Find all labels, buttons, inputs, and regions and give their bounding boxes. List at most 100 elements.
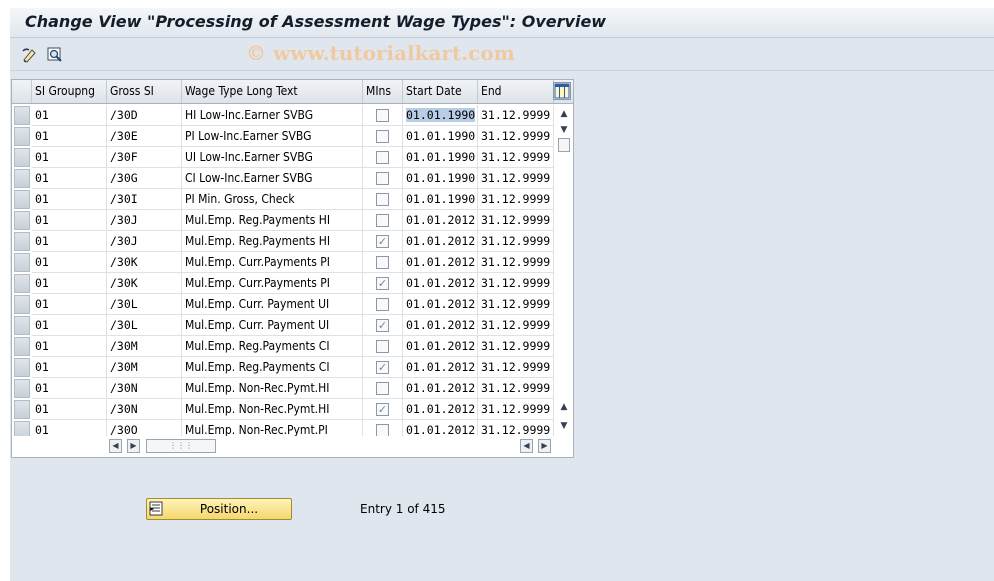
column-header-wage-type-long-text[interactable]: Wage Type Long Text <box>182 80 363 103</box>
cell-start-date[interactable]: 01.01.2012 <box>403 294 478 315</box>
cell-wage-type-long-text[interactable]: CI Low-Inc.Earner SVBG <box>182 168 363 189</box>
cell-gross-si[interactable]: /30I <box>107 189 182 210</box>
row-selector[interactable] <box>14 379 30 398</box>
cell-end[interactable]: 31.12.9999 <box>478 294 554 315</box>
scroll-down-icon[interactable]: ▼ <box>557 123 571 137</box>
cell-gross-si[interactable]: /30L <box>107 315 182 336</box>
table-row[interactable]: 01/30L Mul.Emp. Curr. Payment UI ✓ 01.01.20… <box>12 315 554 336</box>
cell-wage-type-long-text[interactable]: HI Low-Inc.Earner SVBG <box>182 105 363 126</box>
cell-wage-type-long-text[interactable]: Mul.Emp. Curr.Payments PI <box>182 252 363 273</box>
cell-end[interactable]: 31.12.9999 <box>478 399 554 420</box>
row-selector[interactable] <box>14 358 30 377</box>
mins-checkbox[interactable] <box>376 340 389 353</box>
cell-si-groupng[interactable]: 01 <box>32 252 107 273</box>
cell-start-date[interactable]: 01.01.1990 <box>403 189 478 210</box>
table-row[interactable]: 01/30E PI Low-Inc.Earner SVBG 01.01.1990 31… <box>12 126 554 147</box>
scroll-page-up-icon[interactable]: ▲ <box>557 400 571 414</box>
horizontal-scrollbar[interactable]: ◀ ▶ ⋮⋮⋮ ◀ ▶ <box>12 436 573 457</box>
cell-end[interactable]: 31.12.9999 <box>478 231 554 252</box>
row-selector[interactable] <box>14 169 30 188</box>
cell-wage-type-long-text[interactable]: Mul.Emp. Non-Rec.Pymt.HI <box>182 378 363 399</box>
row-selector[interactable] <box>14 232 30 251</box>
scroll-left-end-icon[interactable]: ◀ <box>520 439 533 453</box>
mins-checkbox[interactable]: ✓ <box>376 361 389 374</box>
cell-si-groupng[interactable]: 01 <box>32 273 107 294</box>
cell-start-date[interactable]: 01.01.2012 <box>403 210 478 231</box>
row-selector[interactable] <box>14 148 30 167</box>
table-row[interactable]: 01/30D HI Low-Inc.Earner SVBG 01.01.1990 31… <box>12 105 554 126</box>
cell-si-groupng[interactable]: 01 <box>32 399 107 420</box>
cell-start-date[interactable]: 01.01.1990 <box>403 126 478 147</box>
cell-gross-si[interactable]: /30M <box>107 336 182 357</box>
cell-start-date[interactable]: 01.01.1990 <box>403 105 478 126</box>
cell-end[interactable]: 31.12.9999 <box>478 273 554 294</box>
cell-gross-si[interactable]: /30J <box>107 210 182 231</box>
mins-checkbox[interactable] <box>376 214 389 227</box>
cell-wage-type-long-text[interactable]: Mul.Emp. Reg.Payments HI <box>182 231 363 252</box>
column-header-gross-si[interactable]: Gross SI <box>107 80 182 103</box>
cell-si-groupng[interactable]: 01 <box>32 378 107 399</box>
cell-wage-type-long-text[interactable]: Mul.Emp. Reg.Payments HI <box>182 210 363 231</box>
cell-end[interactable]: 31.12.9999 <box>478 315 554 336</box>
cell-start-date[interactable]: 01.01.2012 <box>403 252 478 273</box>
table-row[interactable]: 01/30K Mul.Emp. Curr.Payments PI ✓ 01.01.20… <box>12 273 554 294</box>
cell-si-groupng[interactable]: 01 <box>32 357 107 378</box>
table-row[interactable]: 01/30L Mul.Emp. Curr. Payment UI 01.01.201… <box>12 294 554 315</box>
cell-si-groupng[interactable]: 01 <box>32 336 107 357</box>
cell-start-date[interactable]: 01.01.2012 <box>403 378 478 399</box>
cell-wage-type-long-text[interactable]: UI Low-Inc.Earner SVBG <box>182 147 363 168</box>
cell-si-groupng[interactable]: 01 <box>32 168 107 189</box>
column-header-start-date[interactable]: Start Date <box>403 80 478 103</box>
table-row[interactable]: 01/30J Mul.Emp. Reg.Payments HI 01.01.2012… <box>12 210 554 231</box>
cell-end[interactable]: 31.12.9999 <box>478 168 554 189</box>
cell-wage-type-long-text[interactable]: Mul.Emp. Reg.Payments CI <box>182 357 363 378</box>
column-header-mins[interactable]: MIns <box>363 80 403 103</box>
cell-gross-si[interactable]: /30F <box>107 147 182 168</box>
mins-checkbox[interactable]: ✓ <box>376 277 389 290</box>
cell-start-date[interactable]: 01.01.1990 <box>403 147 478 168</box>
vertical-scroll-thumb[interactable] <box>558 138 570 152</box>
find-icon[interactable] <box>46 46 64 64</box>
row-selector[interactable] <box>14 190 30 209</box>
scroll-right-end-icon[interactable]: ▶ <box>538 439 551 453</box>
cell-si-groupng[interactable]: 01 <box>32 189 107 210</box>
cell-wage-type-long-text[interactable]: PI Low-Inc.Earner SVBG <box>182 126 363 147</box>
cell-wage-type-long-text[interactable]: PI Min. Gross, Check <box>182 189 363 210</box>
mins-checkbox[interactable] <box>376 130 389 143</box>
mins-checkbox[interactable] <box>376 382 389 395</box>
row-selector[interactable] <box>14 400 30 419</box>
scroll-up-icon[interactable]: ▲ <box>557 107 571 121</box>
table-row[interactable]: 01/30F UI Low-Inc.Earner SVBG 01.01.1990 31… <box>12 147 554 168</box>
table-row[interactable]: 01/30M Mul.Emp. Reg.Payments CI ✓ 01.01.201… <box>12 357 554 378</box>
scroll-left-icon[interactable]: ◀ <box>109 439 122 453</box>
cell-start-date[interactable]: 01.01.2012 <box>403 399 478 420</box>
cell-end[interactable]: 31.12.9999 <box>478 105 554 126</box>
cell-gross-si[interactable]: /30M <box>107 357 182 378</box>
cell-end[interactable]: 31.12.9999 <box>478 378 554 399</box>
row-selector[interactable] <box>14 316 30 335</box>
row-selector[interactable] <box>14 253 30 272</box>
cell-gross-si[interactable]: /30K <box>107 273 182 294</box>
cell-gross-si[interactable]: /30G <box>107 168 182 189</box>
table-row[interactable]: 01/30N Mul.Emp. Non-Rec.Pymt.HI 01.01.2012… <box>12 378 554 399</box>
cell-wage-type-long-text[interactable]: Mul.Emp. Curr. Payment UI <box>182 315 363 336</box>
mins-checkbox[interactable] <box>376 151 389 164</box>
row-selector[interactable] <box>14 211 30 230</box>
column-settings-icon[interactable] <box>553 82 571 100</box>
display-change-icon[interactable] <box>21 46 39 64</box>
cell-gross-si[interactable]: /30E <box>107 126 182 147</box>
mins-checkbox[interactable]: ✓ <box>376 403 389 416</box>
position-button[interactable]: Position... <box>146 498 292 520</box>
mins-checkbox[interactable] <box>376 172 389 185</box>
cell-gross-si[interactable]: /30L <box>107 294 182 315</box>
cell-wage-type-long-text[interactable]: Mul.Emp. Curr.Payments PI <box>182 273 363 294</box>
mins-checkbox[interactable] <box>376 256 389 269</box>
column-header-end[interactable]: End <box>478 80 554 103</box>
cell-start-date[interactable]: 01.01.1990 <box>403 168 478 189</box>
table-row[interactable]: 01/30N Mul.Emp. Non-Rec.Pymt.HI ✓ 01.01.201… <box>12 399 554 420</box>
cell-si-groupng[interactable]: 01 <box>32 210 107 231</box>
cell-start-date[interactable]: 01.01.2012 <box>403 357 478 378</box>
column-header-si-groupng[interactable]: SI Groupng <box>32 80 107 103</box>
cell-wage-type-long-text[interactable]: Mul.Emp. Curr. Payment UI <box>182 294 363 315</box>
mins-checkbox[interactable] <box>376 298 389 311</box>
